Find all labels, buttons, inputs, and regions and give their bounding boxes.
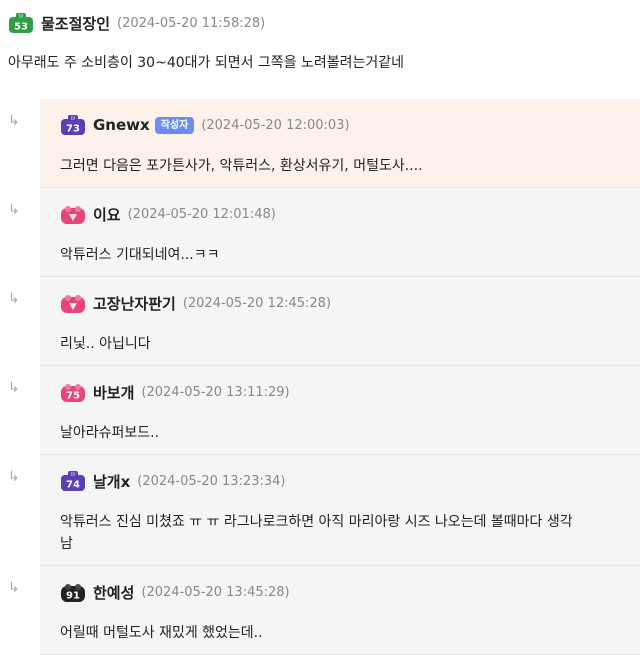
author-tag-badge: 작성자 <box>154 116 195 134</box>
reply-text: 날아라슈퍼보드.. <box>60 425 160 441</box>
reply-item: ↳ 고장난자판기 (2024-05-20 12:45:28) 리닟.. 아닙니다 <box>0 277 640 366</box>
svg-text:LV: LV <box>19 14 24 19</box>
reply-box: 75 바보개 (2024-05-20 13:11:29) 날아라슈퍼보드.. <box>40 366 640 455</box>
comment: LV 53 물조절장인 (2024-05-20 11:58:28) 아무래도 주… <box>0 0 640 99</box>
reply-nickname[interactable]: 한예성 <box>93 582 134 603</box>
level-badge-icon: 75 <box>60 381 86 403</box>
level-number: 74 <box>66 480 80 491</box>
reply-author-line: 75 바보개 (2024-05-20 13:11:29) <box>60 381 290 403</box>
level-badge-icon: 91 <box>60 581 86 603</box>
reply-nickname[interactable]: 고장난자판기 <box>93 293 176 314</box>
reply-text-line-1: 악튜러스 진심 미쳤죠 ㅠ ㅠ 라그나로크하면 아직 마리아랑 시즈 나오는데 … <box>60 514 573 530</box>
level-badge-icon <box>60 203 86 225</box>
reply-author-line: 91 한예성 (2024-05-20 13:45:28) <box>60 581 290 603</box>
reply-box: LV 73 Gnewx 작성자 (2024-05-20 12:00:03) 그러… <box>40 99 640 188</box>
reply-text: 그러면 다음은 포가튼사가, 악튜러스, 환상서유기, 머털도사.... <box>60 158 423 174</box>
reply-nickname[interactable]: 이요 <box>93 204 121 225</box>
reply-author-line: LV 74 날개x (2024-05-20 13:23:34) <box>60 470 286 492</box>
reply-item: ↳ LV 74 날개x (2024-05-20 13:23:34) 악튜러스 진… <box>0 455 640 566</box>
reply-text-line-2: 남 <box>60 536 73 552</box>
level-badge-icon: LV 53 <box>8 12 34 34</box>
comment-timestamp: (2024-05-20 11:58:28) <box>117 15 266 31</box>
reply-item: ↳ LV 73 Gnewx 작성자 (2024-05-20 12:00:03) … <box>0 99 640 188</box>
reply-item: ↳ 75 바보개 (2024-05-20 13:11:29) 날아라슈퍼보드.. <box>0 366 640 455</box>
reply-timestamp: (2024-05-20 12:45:28) <box>182 295 332 311</box>
svg-text:LV: LV <box>71 116 76 121</box>
reply-nickname[interactable]: 날개x <box>93 471 130 492</box>
reply-arrow-icon: ↳ <box>8 291 20 307</box>
reply-box: LV 74 날개x (2024-05-20 13:23:34) 악튜러스 진심 … <box>40 455 640 566</box>
reply-item: ↳ 이요 (2024-05-20 12:01:48) 악튜러스 기대되네여...… <box>0 188 640 277</box>
level-number: 73 <box>66 124 80 135</box>
reply-author-line: LV 73 Gnewx 작성자 (2024-05-20 12:00:03) <box>60 114 350 136</box>
reply-text: 어릴때 머털도사 재밌게 했었는데.. <box>60 625 263 641</box>
reply-text: 악튜러스 진심 미쳤죠 ㅠ ㅠ 라그나로크하면 아직 마리아랑 시즈 나오는데 … <box>60 511 640 555</box>
reply-author-line: 이요 (2024-05-20 12:01:48) <box>60 203 276 225</box>
level-badge-icon: LV 74 <box>60 470 86 492</box>
reply-arrow-icon: ↳ <box>8 202 20 218</box>
reply-timestamp: (2024-05-20 12:01:48) <box>127 206 276 222</box>
reply-nickname[interactable]: Gnewx <box>93 116 150 134</box>
comment-thread: LV 53 물조절장인 (2024-05-20 11:58:28) 아무래도 주… <box>0 0 640 655</box>
svg-text:LV: LV <box>71 472 76 477</box>
comment-author-line: LV 53 물조절장인 (2024-05-20 11:58:28) <box>8 12 265 34</box>
reply-item: ↳ 91 한예성 (2024-05-20 13:45:28) 어릴때 머털도사 … <box>0 566 640 655</box>
level-badge-icon <box>60 292 86 314</box>
reply-timestamp: (2024-05-20 13:45:28) <box>141 584 290 600</box>
reply-nickname[interactable]: 바보개 <box>93 382 134 403</box>
level-number: 91 <box>66 591 80 602</box>
reply-author-line: 고장난자판기 (2024-05-20 12:45:28) <box>60 292 331 314</box>
comment-nickname[interactable]: 물조절장인 <box>41 13 110 34</box>
reply-timestamp: (2024-05-20 13:11:29) <box>141 384 290 400</box>
reply-box: 이요 (2024-05-20 12:01:48) 악튜러스 기대되네여...ㅋㅋ <box>40 188 640 277</box>
comment-text: 아무래도 주 소비층이 30~40대가 되면서 그쪽을 노려볼려는거같네 <box>8 55 405 71</box>
reply-arrow-icon: ↳ <box>8 469 20 485</box>
reply-box: 고장난자판기 (2024-05-20 12:45:28) 리닟.. 아닙니다 <box>40 277 640 366</box>
reply-arrow-icon: ↳ <box>8 580 20 596</box>
level-number: 53 <box>14 22 28 33</box>
reply-box: 91 한예성 (2024-05-20 13:45:28) 어릴때 머털도사 재밌… <box>40 566 640 655</box>
reply-timestamp: (2024-05-20 12:00:03) <box>201 117 350 133</box>
level-number: 75 <box>66 391 80 402</box>
reply-timestamp: (2024-05-20 13:23:34) <box>137 473 286 489</box>
reply-text: 악튜러스 기대되네여...ㅋㅋ <box>60 247 220 263</box>
level-badge-icon: LV 73 <box>60 114 86 136</box>
reply-arrow-icon: ↳ <box>8 113 20 129</box>
reply-text: 리닟.. 아닙니다 <box>60 336 151 352</box>
reply-arrow-icon: ↳ <box>8 380 20 396</box>
